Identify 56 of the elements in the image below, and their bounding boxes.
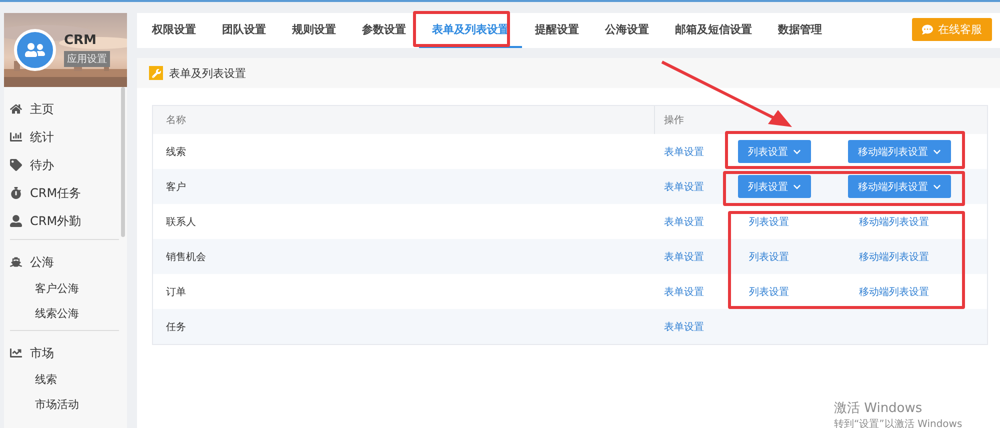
settings-link[interactable]: 移动端列表设置	[848, 284, 929, 298]
menu-icon	[10, 159, 22, 171]
tab[interactable]: 权限设置	[139, 13, 209, 48]
menu-icon	[10, 215, 22, 227]
sidebar-subitem[interactable]: 客户公海	[10, 276, 119, 301]
panel-title: 表单及列表设置	[169, 66, 246, 80]
table-cell-text: 客户	[166, 180, 186, 194]
table-cell-text: 销售机会	[166, 250, 206, 264]
sidebar-item[interactable]: 统计	[10, 123, 119, 151]
form-settings-link[interactable]: 表单设置	[655, 250, 738, 264]
table-cell-text: 线索	[166, 146, 186, 158]
sidebar-subitem[interactable]: 市场活动	[10, 392, 119, 417]
sidebar-item[interactable]: 市场	[10, 339, 119, 367]
sidebar-item[interactable]: 主页	[10, 95, 119, 123]
settings-link[interactable]: 列表设置	[738, 284, 789, 298]
form-settings-link[interactable]: 表单设置	[655, 214, 738, 228]
tab[interactable]: 规则设置	[279, 13, 349, 48]
column-header: 名称	[166, 114, 186, 127]
caret-icon	[933, 182, 941, 190]
settings-link[interactable]: 列表设置	[738, 250, 789, 264]
menu-icon	[10, 187, 22, 199]
sidebar-subitem[interactable]: 线索	[10, 367, 119, 392]
menu-icon	[10, 256, 22, 268]
form-settings-link[interactable]: 表单设置	[655, 180, 738, 194]
sidebar-subitem[interactable]: 线索公海	[10, 301, 119, 326]
table-cell-text: 任务	[166, 320, 186, 334]
form-settings-link[interactable]: 表单设置	[655, 320, 738, 334]
table-cell-text: 联系人	[166, 216, 196, 228]
form-settings-link[interactable]: 表单设置	[655, 144, 738, 158]
tab[interactable]: 提醒设置	[522, 13, 592, 48]
caret-icon	[933, 148, 941, 156]
caret-icon	[793, 148, 801, 156]
tab[interactable]: 公海设置	[592, 13, 662, 48]
activation-title: 激活 Windows	[834, 400, 924, 417]
tab[interactable]: 数据管理	[765, 13, 835, 48]
sidebar-item[interactable]: CRM任务	[10, 179, 119, 207]
sidebar-item[interactable]: 公海	[10, 248, 119, 276]
settings-link[interactable]: 移动端列表设置	[848, 250, 929, 264]
caret-icon	[793, 182, 801, 190]
chat-icon	[922, 24, 933, 35]
app-name: CRM	[64, 33, 96, 48]
tab[interactable]: 邮箱及短信设置	[662, 13, 765, 48]
menu-icon	[10, 131, 22, 143]
form-settings-link[interactable]: 表单设置	[655, 284, 738, 298]
menu-icon	[10, 347, 22, 359]
tab[interactable]: 团队设置	[209, 13, 279, 48]
menu-icon	[10, 103, 22, 115]
sidebar-item[interactable]: 待办	[10, 151, 119, 179]
tab[interactable]: 参数设置	[349, 13, 419, 48]
app-badge: 应用设置	[64, 51, 110, 67]
settings-link[interactable]: 移动端列表设置	[848, 214, 929, 228]
settings-link[interactable]: 列表设置	[738, 214, 789, 228]
sidebar-item[interactable]: CRM外勤	[10, 207, 119, 235]
table-cell-text: 订单	[166, 286, 186, 298]
wrench-icon	[149, 66, 163, 80]
column-header: 操作	[663, 114, 684, 127]
